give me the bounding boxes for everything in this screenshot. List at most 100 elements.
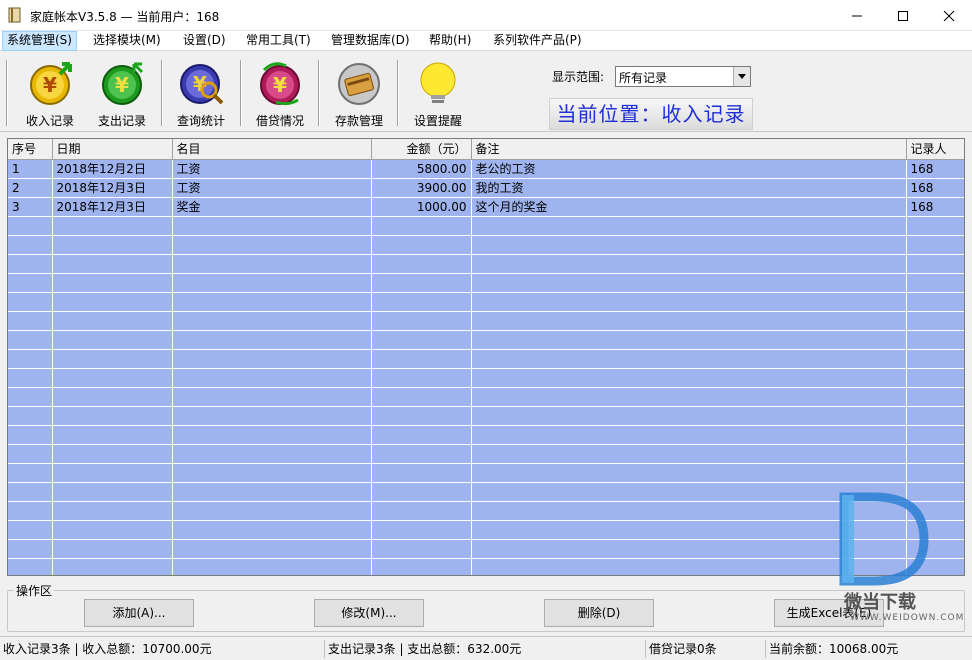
- empty-cell: [371, 482, 472, 502]
- empty-cell: [371, 330, 472, 350]
- status-income: 收入记录3条 | 收入总额：10700.00元: [0, 640, 325, 658]
- column-header-amount[interactable]: 金额（元）: [371, 139, 472, 160]
- menu-settings[interactable]: 设置(D): [179, 31, 230, 51]
- empty-cell: [8, 520, 53, 540]
- cell-amount: 1000.00: [371, 197, 472, 217]
- records-grid[interactable]: 序号 日期 名目 金额（元） 备注 记录人 1 2018年12月2日 工资 58…: [7, 138, 965, 576]
- cell-recorder: 168: [906, 159, 964, 179]
- menu-database[interactable]: 管理数据库(D): [327, 31, 414, 51]
- empty-cell: [172, 501, 372, 521]
- empty-cell: [172, 463, 372, 483]
- empty-cell: [8, 235, 53, 255]
- maximize-button[interactable]: [880, 0, 926, 31]
- menu-system[interactable]: 系统管理(S): [2, 31, 77, 51]
- empty-cell: [52, 520, 173, 540]
- empty-cell: [906, 425, 964, 445]
- edit-button[interactable]: 修改(M)...: [314, 599, 424, 627]
- empty-cell: [906, 235, 964, 255]
- empty-cell: [8, 330, 53, 350]
- empty-row: [8, 311, 964, 331]
- empty-row: [8, 482, 964, 502]
- cell-index: 3: [8, 197, 53, 217]
- empty-cell: [172, 558, 372, 575]
- empty-cell: [906, 463, 964, 483]
- empty-cell: [172, 235, 372, 255]
- menu-tools[interactable]: 常用工具(T): [242, 31, 315, 51]
- cell-recorder: 168: [906, 197, 964, 217]
- deposit-manage-label: 存款管理: [334, 114, 383, 128]
- income-record-label: 收入记录: [25, 114, 74, 128]
- add-button[interactable]: 添加(A)...: [84, 599, 194, 627]
- minimize-icon: [852, 15, 862, 17]
- status-balance: 当前余额：10068.00元: [769, 642, 899, 656]
- empty-cell: [172, 216, 372, 236]
- empty-cell: [52, 216, 173, 236]
- current-location: 当前位置：收入记录: [549, 98, 753, 130]
- operation-area: 操作区 添加(A)... 修改(M)... 删除(D) 生成Excel表(E): [7, 582, 965, 632]
- cell-note: 这个月的奖金: [471, 197, 907, 217]
- close-icon: [943, 10, 955, 22]
- empty-cell: [172, 273, 372, 293]
- cell-amount: 3900.00: [371, 178, 472, 198]
- minimize-button[interactable]: [834, 0, 880, 31]
- empty-cell: [172, 311, 372, 331]
- empty-cell: [52, 254, 173, 274]
- display-range-value: 所有记录: [619, 71, 668, 85]
- display-range-select[interactable]: 所有记录: [615, 66, 751, 87]
- empty-row: [8, 254, 964, 274]
- table-row[interactable]: 2 2018年12月3日 工资 3900.00 我的工资 168: [8, 178, 964, 198]
- empty-cell: [8, 387, 53, 407]
- empty-cell: [8, 425, 53, 445]
- toolbar-separator: [240, 60, 242, 126]
- empty-cell: [471, 273, 907, 293]
- empty-cell: [371, 292, 472, 312]
- weidown-logo-icon: [839, 492, 929, 586]
- empty-row: [8, 444, 964, 464]
- watermark-en-text: WWW.WEIDOWN.COM: [850, 613, 965, 623]
- column-header-recorder[interactable]: 记录人: [906, 139, 964, 160]
- column-header-note[interactable]: 备注: [471, 139, 907, 160]
- delete-button[interactable]: 删除(D): [544, 599, 654, 627]
- menu-products[interactable]: 系列软件产品(P): [489, 31, 586, 51]
- column-header-item[interactable]: 名目: [172, 139, 372, 160]
- column-header-index[interactable]: 序号: [8, 139, 53, 160]
- column-header-date[interactable]: 日期: [52, 139, 173, 160]
- loan-status-button[interactable]: ¥ 借贷情况: [244, 56, 316, 130]
- deposit-manage-button[interactable]: 存款管理: [323, 56, 395, 130]
- maximize-icon: [898, 11, 908, 21]
- table-row[interactable]: 1 2018年12月2日 工资 5800.00 老公的工资 168: [8, 159, 964, 179]
- empty-cell: [371, 235, 472, 255]
- empty-row: [8, 330, 964, 350]
- empty-cell: [906, 406, 964, 426]
- toolbar-separator: [397, 60, 399, 126]
- empty-cell: [52, 292, 173, 312]
- expense-record-button[interactable]: ¥ 支出记录: [86, 56, 158, 130]
- expense-record-label: 支出记录: [97, 114, 146, 128]
- empty-cell: [172, 387, 372, 407]
- empty-cell: [906, 387, 964, 407]
- empty-row: [8, 368, 964, 388]
- empty-cell: [172, 254, 372, 274]
- empty-cell: [471, 311, 907, 331]
- menu-module[interactable]: 选择模块(M): [89, 31, 165, 51]
- empty-cell: [371, 349, 472, 369]
- empty-cell: [906, 330, 964, 350]
- empty-cell: [371, 463, 472, 483]
- query-stats-button[interactable]: ¥ 查询统计: [165, 56, 237, 130]
- menu-help[interactable]: 帮助(H): [425, 31, 475, 51]
- set-reminder-button[interactable]: 设置提醒: [402, 56, 474, 130]
- empty-cell: [8, 482, 53, 502]
- empty-cell: [906, 254, 964, 274]
- bankcard-icon: [338, 63, 380, 105]
- svg-text:¥: ¥: [43, 73, 57, 97]
- table-row[interactable]: 3 2018年12月3日 奖金 1000.00 这个月的奖金 168: [8, 197, 964, 217]
- empty-cell: [52, 501, 173, 521]
- close-button[interactable]: [926, 0, 972, 31]
- income-record-button[interactable]: ¥ 收入记录: [14, 56, 86, 130]
- empty-cell: [371, 558, 472, 575]
- dropdown-button[interactable]: [733, 67, 750, 86]
- empty-cell: [172, 444, 372, 464]
- records-table: 序号 日期 名目 金额（元） 备注 记录人 1 2018年12月2日 工资 58…: [8, 139, 964, 575]
- expense-coin-icon: ¥: [102, 62, 144, 105]
- empty-cell: [8, 311, 53, 331]
